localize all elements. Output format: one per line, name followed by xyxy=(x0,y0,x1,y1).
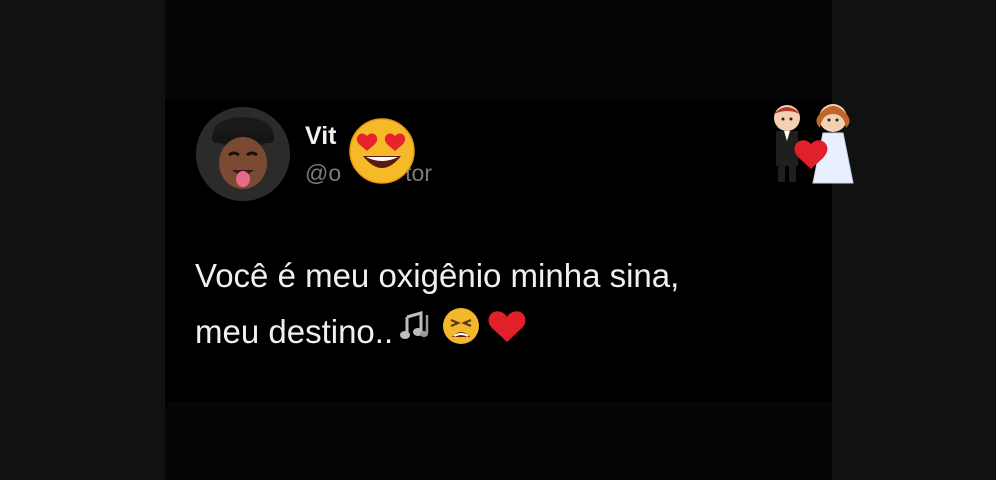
left-blur-panel xyxy=(0,0,165,480)
right-blur-panel xyxy=(832,0,996,480)
video-frame: Vit @o tor Você é meu oxigênio minha sin… xyxy=(0,0,996,480)
tweet-text: Você é meu oxigênio minha sina, meu dest… xyxy=(195,248,795,363)
tweet-text-line-2-words: meu destino.. xyxy=(195,313,394,350)
couple-heart-sticker-icon xyxy=(763,100,867,197)
red-heart-icon xyxy=(487,306,527,362)
heart-eyes-emoji-icon xyxy=(347,116,417,191)
memoji-avatar-icon xyxy=(196,107,290,201)
music-notes-icon xyxy=(399,306,435,362)
tweet-text-line-1: Você é meu oxigênio minha sina, xyxy=(195,257,680,294)
tweet-text-line-2: meu destino.. xyxy=(195,304,795,363)
user-name[interactable]: Vit xyxy=(305,122,337,151)
tired-face-emoji-icon xyxy=(441,306,481,363)
user-handle-start: @o xyxy=(305,160,342,186)
avatar[interactable] xyxy=(196,107,290,201)
tweet-card: Vit @o tor Você é meu oxigênio minha sin… xyxy=(165,100,854,402)
